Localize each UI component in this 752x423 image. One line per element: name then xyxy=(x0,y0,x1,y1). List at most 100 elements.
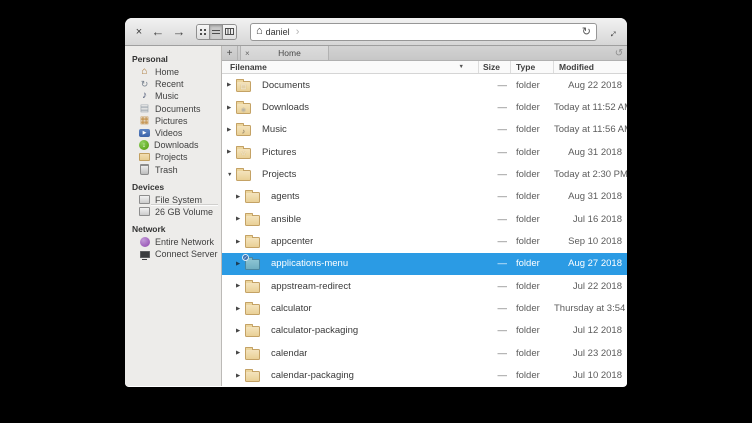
table-row[interactable]: ▶ calendar-packaging — folder Jul 10 201… xyxy=(222,364,627,386)
grid-view-button[interactable] xyxy=(197,25,210,39)
type-cell: folder xyxy=(511,303,554,314)
modified-cell: Today at 2:30 PM xyxy=(554,169,627,180)
refresh-icon[interactable]: ↻ xyxy=(582,25,591,38)
tab-close-icon[interactable]: × xyxy=(245,49,255,58)
table-row[interactable]: ▶ agents — folder Aug 31 2018 xyxy=(222,186,627,208)
home-breadcrumb-icon[interactable]: ⌂ xyxy=(256,26,263,37)
sidebar-item-label: Videos xyxy=(155,128,182,138)
folder-icon xyxy=(236,170,251,181)
disclosure-triangle-icon[interactable]: ▶ xyxy=(236,283,245,289)
size-cell: — xyxy=(479,102,511,113)
sidebar-item-connect-server[interactable]: Connect Server xyxy=(125,248,221,260)
disclosure-triangle-icon[interactable]: ▶ xyxy=(227,149,236,155)
disclosure-triangle-icon[interactable]: ▶ xyxy=(236,328,245,334)
sidebar-item-label: Downloads xyxy=(154,140,199,150)
filename-cell: Music xyxy=(262,124,287,135)
sync-badge-icon: ✓ xyxy=(242,254,249,261)
tab-bar: + × Home ↺ xyxy=(222,46,627,61)
sidebar-item-projects[interactable]: Projects xyxy=(125,151,221,163)
disclosure-triangle-icon[interactable]: ▶ xyxy=(227,105,236,111)
size-cell: — xyxy=(479,303,511,314)
resize-icon: ↔ xyxy=(604,24,620,40)
table-row[interactable]: ▶ ✓ applications-menu — folder Aug 27 20… xyxy=(222,253,627,275)
back-button[interactable]: ← xyxy=(150,24,166,39)
grid-view-icon xyxy=(200,29,206,35)
disclosure-triangle-icon[interactable]: ▶ xyxy=(236,194,245,200)
size-cell: — xyxy=(479,80,511,91)
disclosure-triangle-icon[interactable]: ▶ xyxy=(236,239,245,245)
disclosure-triangle-icon[interactable]: ▶ xyxy=(227,127,236,133)
table-row[interactable]: ▼ Projects — folder Today at 2:30 PM xyxy=(222,163,627,185)
table-row[interactable]: ▶ appcenter — folder Sep 10 2018 xyxy=(222,230,627,252)
table-row[interactable]: ▶ calculator — folder Thursday at 3:54 P… xyxy=(222,297,627,319)
sidebar-item-downloads[interactable]: Downloads xyxy=(125,139,221,151)
column-header-type[interactable]: Type xyxy=(511,61,554,73)
size-cell: — xyxy=(479,281,511,292)
table-row[interactable]: ▶ calendar — folder Jul 23 2018 xyxy=(222,342,627,364)
sidebar-item-26-gb-volume[interactable]: 26 GB Volume xyxy=(125,206,221,218)
sidebar-item-documents[interactable]: Documents xyxy=(125,103,221,115)
type-cell: folder xyxy=(511,370,554,381)
down-emblem-icon xyxy=(241,104,246,114)
resize-button[interactable]: ↔ xyxy=(605,23,619,41)
disclosure-triangle-icon[interactable]: ▶ xyxy=(236,350,245,356)
modified-cell: Aug 27 2018 xyxy=(554,258,627,269)
breadcrumb[interactable]: daniel xyxy=(266,27,290,37)
sidebar-item-file-system[interactable]: File System xyxy=(125,194,221,206)
table-row[interactable]: ▶ calculator-packaging — folder Jul 12 2… xyxy=(222,320,627,342)
column-header-modified[interactable]: Modified xyxy=(554,61,627,73)
size-cell: — xyxy=(479,258,511,269)
folder-icon xyxy=(245,237,260,248)
tab-label: Home xyxy=(255,48,324,58)
note-emblem-icon xyxy=(242,126,246,136)
type-cell: folder xyxy=(511,281,554,292)
sidebar-item-pictures[interactable]: Pictures xyxy=(125,115,221,127)
sidebar-item-recent[interactable]: Recent xyxy=(125,78,221,90)
sidebar-item-label: File System xyxy=(155,195,202,205)
path-bar[interactable]: ⌂ daniel › ↻ xyxy=(250,23,597,41)
table-row[interactable]: ▶ Documents — folder Aug 22 2018 xyxy=(222,74,627,96)
size-cell: — xyxy=(479,214,511,225)
sidebar-item-music[interactable]: Music xyxy=(125,90,221,102)
column-view-button[interactable] xyxy=(223,25,236,39)
window-body: PersonalHomeRecentMusicDocumentsPictures… xyxy=(125,46,627,386)
filename-cell: Documents xyxy=(262,80,310,91)
table-row[interactable]: ▶ ansible — folder Jul 16 2018 xyxy=(222,208,627,230)
tab-history-icon[interactable]: ↺ xyxy=(611,46,627,60)
filename-cell: calculator-packaging xyxy=(271,325,358,336)
photo-emblem-icon xyxy=(240,148,246,158)
column-header-size[interactable]: Size xyxy=(479,61,511,73)
sidebar-item-label: 26 GB Volume xyxy=(155,207,213,217)
view-switcher xyxy=(196,24,237,40)
disclosure-triangle-icon[interactable]: ▶ xyxy=(236,261,245,267)
disclosure-triangle-icon[interactable]: ▶ xyxy=(236,306,245,312)
file-manager-window: × ← → ⌂ daniel › ↻ ↔ PersonalHomeRecentM… xyxy=(125,18,627,387)
sidebar-item-trash[interactable]: Trash xyxy=(125,164,221,176)
table-row[interactable]: ▶ Downloads — folder Today at 11:52 AM xyxy=(222,96,627,118)
new-tab-button[interactable]: + xyxy=(222,46,238,60)
table-row[interactable]: ▶ Pictures — folder Aug 31 2018 xyxy=(222,141,627,163)
disclosure-triangle-icon[interactable]: ▶ xyxy=(227,82,236,88)
list-view-button[interactable] xyxy=(210,25,223,39)
column-header-filename[interactable]: Filename ▼ xyxy=(222,61,479,73)
disk-icon xyxy=(139,206,150,217)
recent-icon xyxy=(139,79,150,90)
table-row[interactable]: ▶ Music — folder Today at 11:56 AM xyxy=(222,119,627,141)
sidebar-item-home[interactable]: Home xyxy=(125,66,221,78)
tab-home[interactable]: × Home xyxy=(240,46,329,60)
disclosure-triangle-icon[interactable]: ▶ xyxy=(236,373,245,379)
disclosure-triangle-icon[interactable]: ▼ xyxy=(227,172,236,178)
table-row[interactable]: ▶ appstream-redirect — folder Jul 22 201… xyxy=(222,275,627,297)
folder-icon xyxy=(245,282,260,293)
disclosure-triangle-icon[interactable]: ▶ xyxy=(236,216,245,222)
type-cell: folder xyxy=(511,102,554,113)
sidebar-item-videos[interactable]: Videos xyxy=(125,127,221,139)
sidebar-item-entire-network[interactable]: Entire Network xyxy=(125,236,221,248)
type-cell: folder xyxy=(511,124,554,135)
sidebar-section-header: Personal xyxy=(125,52,221,66)
window-close-button[interactable]: × xyxy=(133,26,145,38)
size-cell: — xyxy=(479,191,511,202)
forward-button[interactable]: → xyxy=(171,24,187,39)
filename-cell: calculator xyxy=(271,303,312,314)
column-view-icon xyxy=(225,28,234,35)
